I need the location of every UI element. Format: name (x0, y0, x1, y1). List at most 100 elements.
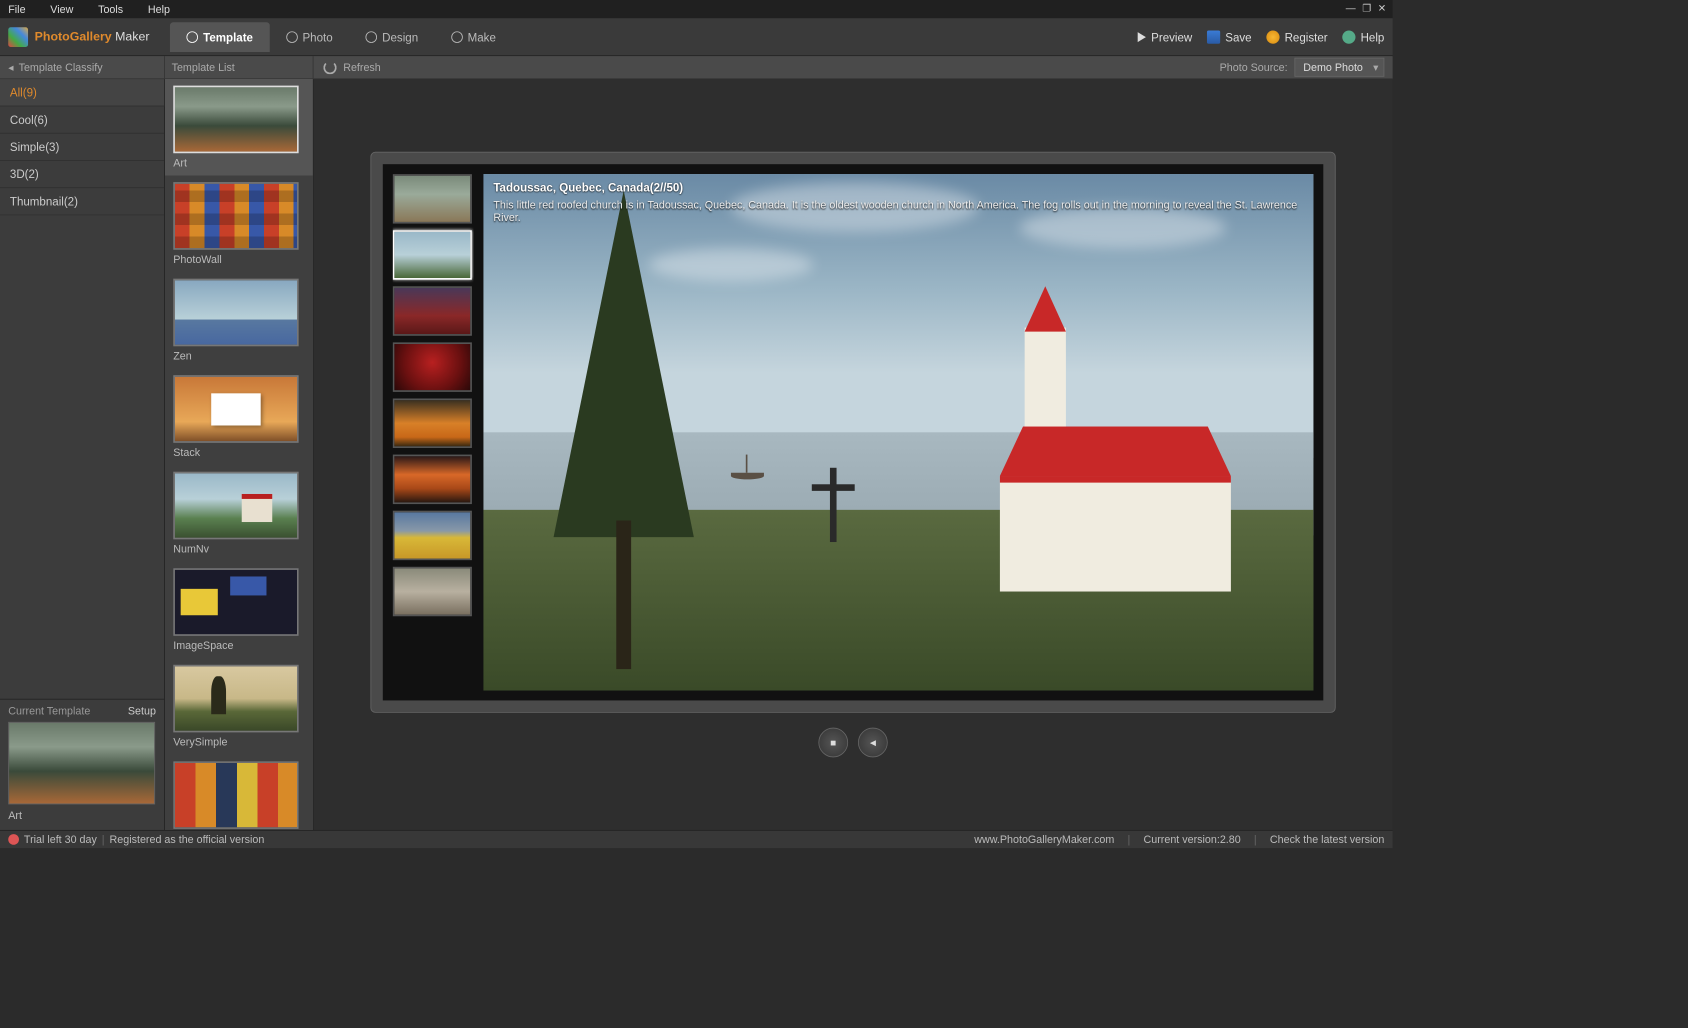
chevron-left-icon[interactable]: ◂ (8, 61, 13, 74)
photo-icon (286, 31, 298, 43)
tab-design[interactable]: Design (349, 22, 434, 52)
classify-sidebar: All(9) Cool(6) Simple(3) 3D(2) Thumbnail… (0, 79, 165, 830)
tab-make[interactable]: Make (435, 22, 513, 52)
tab-label: Template (203, 30, 253, 43)
photo-scene (483, 174, 1313, 690)
template-label: Zen (173, 350, 304, 362)
close-icon[interactable]: ✕ (1378, 2, 1386, 14)
classify-label: Template Classify (19, 61, 103, 73)
menu-tools[interactable]: Tools (98, 3, 123, 15)
current-template-heading: Current Template (8, 705, 90, 717)
design-icon (366, 31, 378, 43)
subbar: ◂ Template Classify Template List Refres… (0, 56, 1393, 79)
preview-button[interactable]: Preview (1138, 30, 1192, 43)
template-label: Stack (173, 446, 304, 458)
menubar: File View Tools Help — ❐ ✕ (0, 0, 1393, 18)
app-logo: PhotoGallery Maker (8, 27, 149, 47)
sound-button[interactable]: ◄ (858, 728, 888, 758)
classify-list: All(9) Cool(6) Simple(3) 3D(2) Thumbnail… (0, 79, 164, 699)
template-thumb (173, 182, 298, 250)
menu-view[interactable]: View (50, 3, 73, 15)
photo-source-dropdown[interactable]: Demo Photo (1294, 58, 1384, 77)
rail-thumb[interactable] (393, 567, 472, 617)
topbar: PhotoGallery Maker Template Photo Design… (0, 18, 1393, 56)
template-list-label: Template List (172, 61, 235, 73)
window-controls: — ❐ ✕ (1346, 2, 1386, 14)
status-version: Current version:2.80 (1144, 833, 1241, 845)
template-item-last[interactable] (165, 755, 313, 830)
setup-button[interactable]: Setup (128, 705, 156, 717)
make-icon (451, 31, 463, 43)
template-item-art[interactable]: Art (165, 79, 313, 176)
preview-inner: Tadoussac, Quebec, Canada(2//50) This li… (383, 164, 1323, 700)
current-template-thumb (8, 722, 155, 805)
minimize-icon[interactable]: — (1346, 2, 1356, 14)
refresh-icon (323, 61, 336, 74)
save-icon (1207, 30, 1220, 43)
rail-thumb[interactable] (393, 398, 472, 448)
template-item-photowall[interactable]: PhotoWall (165, 176, 313, 273)
classify-item-simple[interactable]: Simple(3) (0, 134, 164, 161)
template-label: ImageSpace (173, 639, 304, 651)
register-button[interactable]: Register (1266, 30, 1327, 43)
main-tabs: Template Photo Design Make (170, 22, 512, 52)
template-item-stack[interactable]: Stack (165, 369, 313, 466)
template-thumb (173, 375, 298, 443)
tab-template[interactable]: Template (170, 22, 269, 52)
refresh-button[interactable]: Refresh (314, 61, 381, 74)
template-label: NumNv (173, 543, 304, 555)
status-check-version[interactable]: Check the latest version (1270, 833, 1384, 845)
logo-text: PhotoGallery Maker (35, 30, 150, 44)
current-template-panel: Current Template Setup Art (0, 699, 164, 830)
template-item-imagespace[interactable]: ImageSpace (165, 562, 313, 659)
logo-text-secondary: Maker (112, 30, 150, 44)
template-list-header: Template List (165, 56, 314, 78)
maximize-icon[interactable]: ❐ (1362, 2, 1371, 14)
main-photo: Tadoussac, Quebec, Canada(2//50) This li… (483, 174, 1313, 690)
rail-thumb[interactable] (393, 455, 472, 505)
info-icon (187, 31, 199, 43)
help-button[interactable]: Help (1342, 30, 1384, 43)
preview-frame: Tadoussac, Quebec, Canada(2//50) This li… (370, 152, 1335, 713)
template-list[interactable]: Art PhotoWall Zen Stack NumNv ImageSpace… (165, 79, 314, 830)
rail-thumb[interactable] (393, 511, 472, 561)
template-item-numnv[interactable]: NumNv (165, 465, 313, 562)
photo-source: Photo Source: Demo Photo (1220, 58, 1393, 77)
rail-thumb[interactable] (393, 174, 472, 224)
current-template-name: Art (8, 809, 156, 821)
tab-photo[interactable]: Photo (269, 22, 349, 52)
logo-icon (8, 27, 28, 47)
classify-header: ◂ Template Classify (0, 56, 165, 78)
play-icon (1138, 32, 1146, 42)
rail-thumb[interactable] (393, 230, 472, 279)
tab-label: Photo (302, 30, 332, 43)
preview-area: Tadoussac, Quebec, Canada(2//50) This li… (314, 79, 1393, 830)
template-item-zen[interactable]: Zen (165, 272, 313, 369)
thumbnail-rail (393, 174, 474, 690)
template-thumb (173, 472, 298, 540)
playback-controls: ■ ◄ (818, 728, 887, 758)
status-site[interactable]: www.PhotoGalleryMaker.com (974, 833, 1114, 845)
save-button[interactable]: Save (1207, 30, 1251, 43)
photo-source-label: Photo Source: (1220, 61, 1288, 73)
menu-help[interactable]: Help (148, 3, 170, 15)
classify-item-cool[interactable]: Cool(6) (0, 106, 164, 133)
logo-text-primary: PhotoGallery (35, 30, 112, 44)
classify-item-thumbnail[interactable]: Thumbnail(2) (0, 188, 164, 215)
status-trial: Trial left 30 day (24, 833, 97, 845)
tab-label: Design (382, 30, 418, 43)
photo-description: This little red roofed church is in Tado… (493, 199, 1303, 224)
template-label: PhotoWall (173, 253, 304, 265)
classify-item-3d[interactable]: 3D(2) (0, 161, 164, 188)
stop-button[interactable]: ■ (818, 728, 848, 758)
menu-file[interactable]: File (8, 3, 25, 15)
classify-item-all[interactable]: All(9) (0, 79, 164, 106)
tab-label: Make (468, 30, 496, 43)
rail-thumb[interactable] (393, 286, 472, 336)
template-item-verysimple[interactable]: VerySimple (165, 658, 313, 755)
action-label: Register (1285, 30, 1328, 43)
toolbar-actions: Preview Save Register Help (1138, 30, 1384, 43)
rail-thumb[interactable] (393, 342, 472, 392)
action-label: Preview (1151, 30, 1192, 43)
status-registered: Registered as the official version (110, 833, 265, 845)
